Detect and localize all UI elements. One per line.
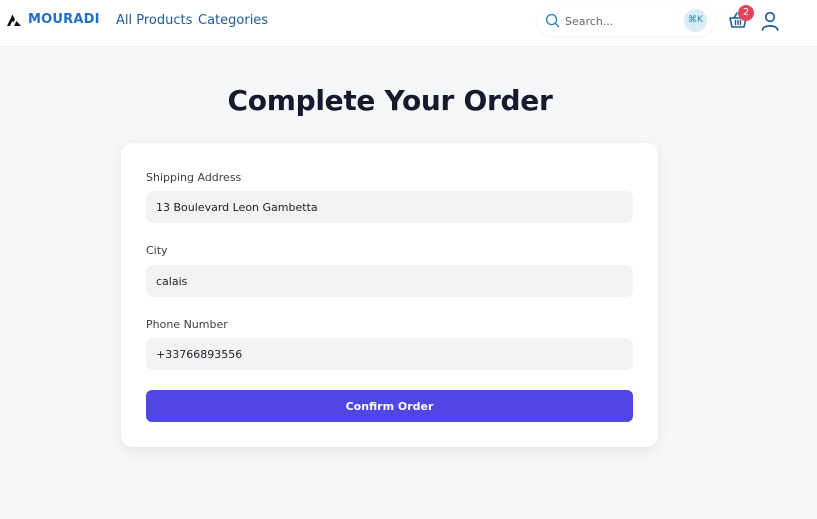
shipping-address-label: Shipping Address [146, 171, 242, 184]
city-input[interactable] [146, 265, 633, 297]
nav-categories[interactable]: Categories [198, 13, 268, 28]
search-input[interactable] [565, 11, 677, 31]
city-label: City [146, 244, 168, 257]
phone-number-input[interactable] [146, 338, 633, 370]
phone-number-label: Phone Number [146, 318, 228, 331]
top-navbar: MOURADI All Products Categories ⌘K 2 [0, 0, 817, 47]
cart-count-badge: 2 [738, 5, 754, 21]
logo-mark-icon [7, 14, 21, 26]
confirm-order-button[interactable]: Confirm Order [146, 390, 633, 422]
brand-name: MOURADI [28, 12, 100, 27]
shipping-address-input[interactable] [146, 191, 633, 223]
search-box: ⌘K [537, 6, 715, 36]
search-icon [545, 13, 560, 28]
user-icon[interactable] [761, 11, 779, 31]
cart-button[interactable]: 2 [728, 5, 754, 32]
nav-all-products[interactable]: All Products [116, 13, 192, 28]
order-form: Shipping Address City Phone Number Confi… [121, 143, 658, 447]
shortcut-badge: ⌘K [684, 9, 707, 32]
brand-logo[interactable]: MOURADI [6, 12, 100, 27]
page-title: Complete Your Order [227, 84, 553, 117]
